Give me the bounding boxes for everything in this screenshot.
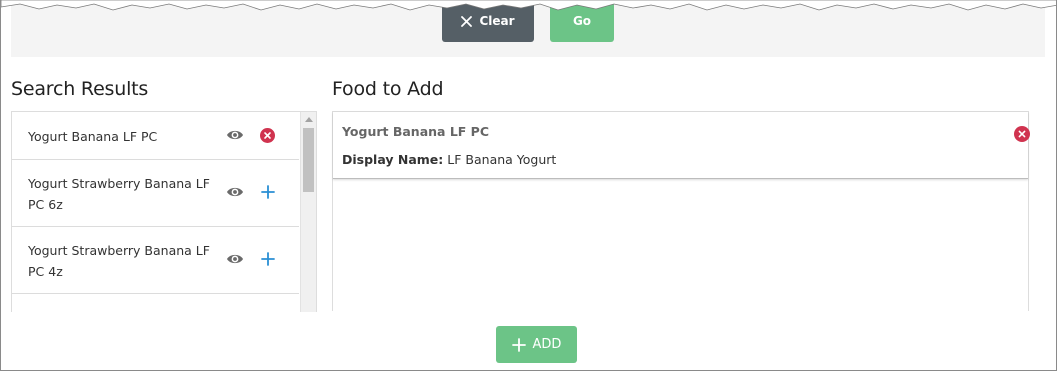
list-item: Yogurt Strawberry Banana LF PC 4z <box>12 227 299 294</box>
scroll-up-arrow-icon[interactable] <box>305 117 313 122</box>
add-button-label: ADD <box>532 337 562 352</box>
food-card: Yogurt Banana LF PC Display Name: LF Ban… <box>333 112 1030 179</box>
close-icon <box>461 15 473 27</box>
remove-icon[interactable] <box>260 128 275 143</box>
clear-button-label: Clear <box>479 14 515 28</box>
list-item: Yogurt Strawberry Banana LF PC 6z <box>12 160 299 227</box>
add-icon[interactable] <box>261 185 275 199</box>
eye-icon[interactable] <box>226 185 244 199</box>
go-button-label: Go <box>572 14 592 28</box>
search-results-title: Search Results <box>11 78 149 100</box>
app-frame: Clear Go Search Results Food to Add Yogu… <box>0 0 1057 371</box>
food-card-name: Yogurt Banana LF PC <box>342 124 490 139</box>
list-item: Yogurt Banana LF PC <box>12 112 299 160</box>
eye-icon[interactable] <box>226 128 244 142</box>
add-icon[interactable] <box>261 252 275 266</box>
display-name-value: LF Banana Yogurt <box>447 152 557 167</box>
eye-icon[interactable] <box>226 252 244 266</box>
search-results-panel: Yogurt Banana LF PC Yogurt Strawberry Ba… <box>11 111 317 312</box>
food-to-add-title: Food to Add <box>332 78 444 100</box>
display-name-row: Display Name: LF Banana Yogurt <box>342 152 556 167</box>
result-item-label: Yogurt Strawberry Banana LF PC 4z <box>28 243 210 279</box>
scroll-thumb[interactable] <box>303 128 314 192</box>
result-item-label: Yogurt Banana LF PC <box>28 129 158 144</box>
result-item-label: Yogurt Strawberry Banana LF PC 6z <box>28 176 210 212</box>
results-scrollbar[interactable] <box>300 112 316 312</box>
remove-icon[interactable] <box>1014 126 1030 142</box>
plus-icon <box>511 337 526 352</box>
display-name-label: Display Name: <box>342 152 444 167</box>
add-button[interactable]: ADD <box>496 326 577 363</box>
torn-edge-decoration <box>1 0 1056 11</box>
food-to-add-panel: Yogurt Banana LF PC Display Name: LF Ban… <box>332 111 1030 311</box>
search-results-list: Yogurt Banana LF PC Yogurt Strawberry Ba… <box>12 112 299 294</box>
